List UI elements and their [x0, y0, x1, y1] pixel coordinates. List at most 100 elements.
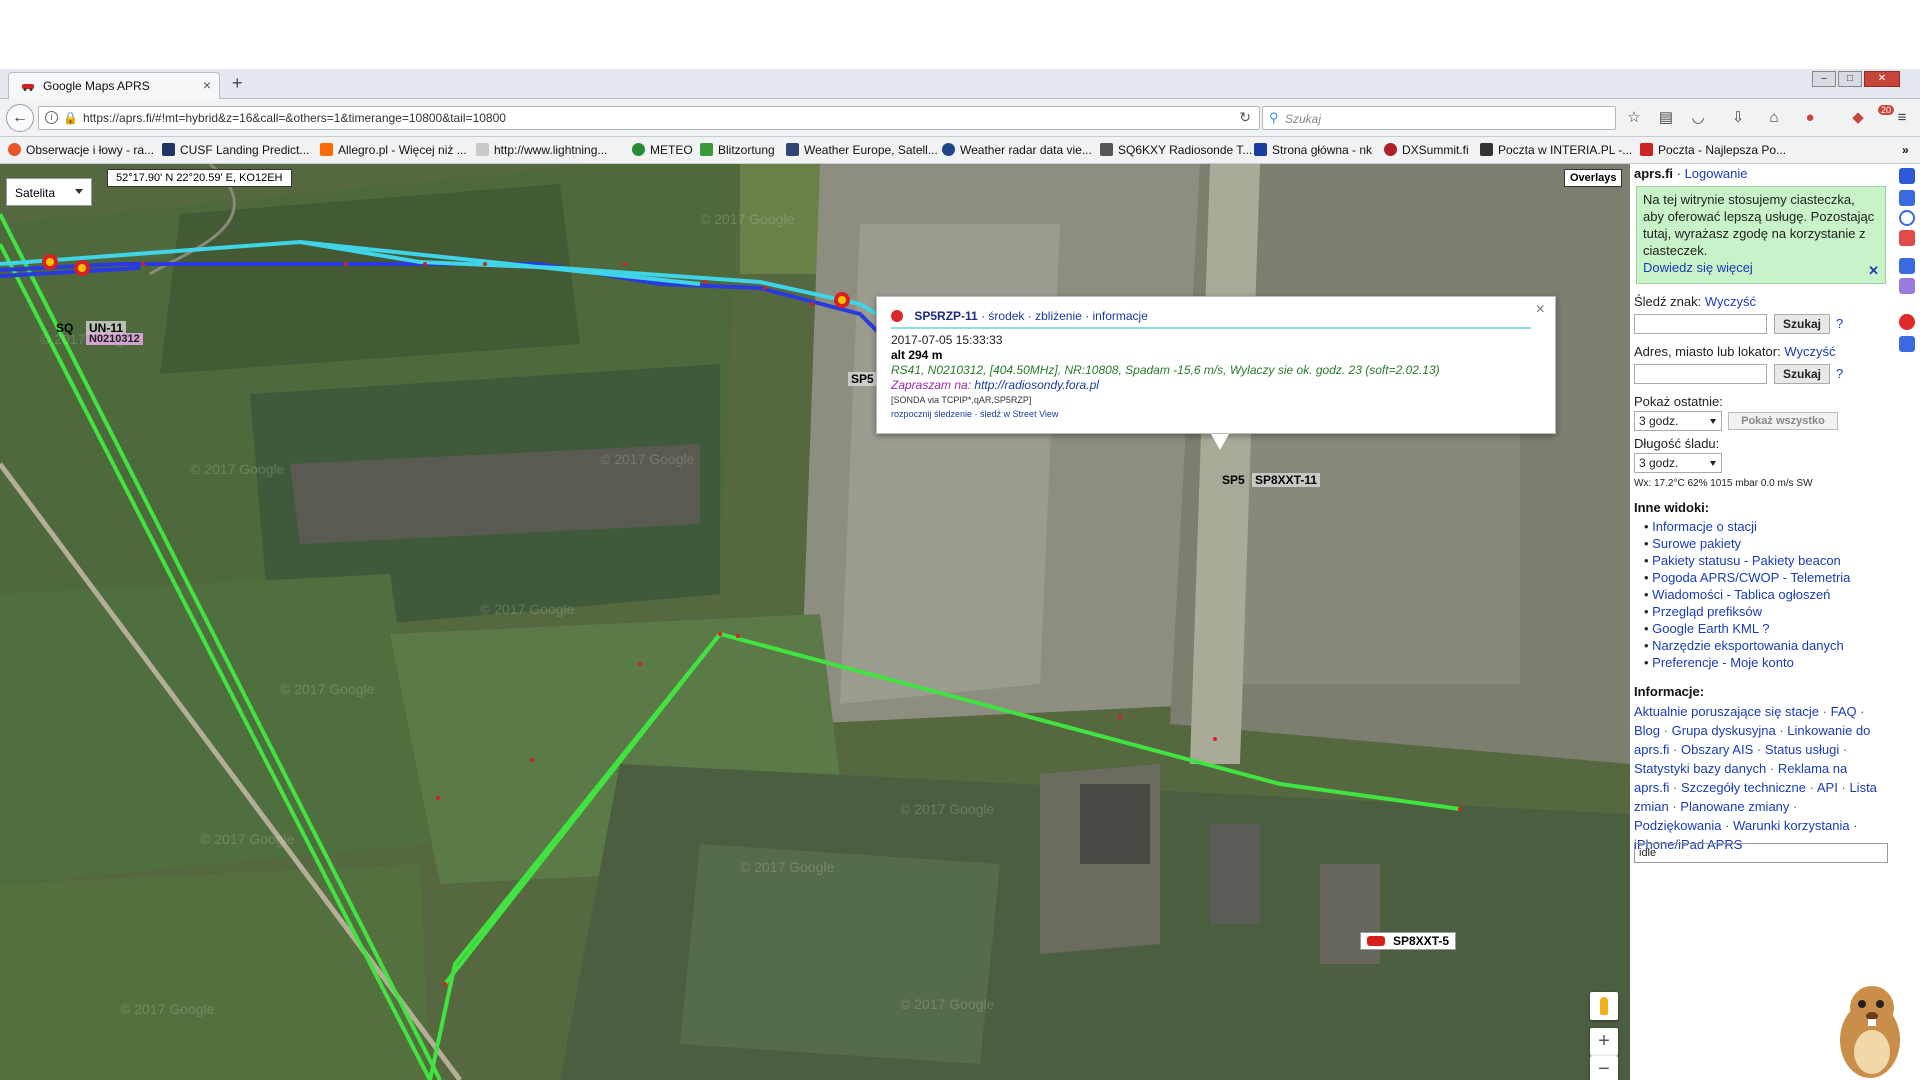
list-item[interactable]: Przegląd prefiksów [1644, 603, 1850, 620]
track-callsign-input[interactable] [1634, 314, 1767, 334]
info-link[interactable]: Obszary AIS [1681, 742, 1753, 757]
info-link[interactable]: Blog [1634, 723, 1660, 738]
bookmark-item[interactable]: Obserwacje i łowy - ra... [8, 143, 154, 157]
bookmark-item[interactable]: Blitzortung [700, 143, 775, 157]
bookmarks-bar: Obserwacje i łowy - ra... CUSF Landing P… [0, 137, 1920, 164]
bookmark-item[interactable]: METEO [632, 143, 693, 157]
info-link[interactable]: Statystyki bazy danych [1634, 761, 1766, 776]
list-item[interactable]: Preferencje - Moje konto [1644, 654, 1850, 671]
info-link[interactable]: FAQ [1831, 704, 1857, 719]
station-label-sp5[interactable]: SP5 [848, 372, 877, 386]
collapse-sidebar-icon[interactable] [1899, 168, 1915, 184]
station-label-sp8xxt-5[interactable]: SP8XXT-5 [1360, 932, 1457, 950]
tool-icon[interactable] [1899, 278, 1915, 294]
bookmark-item[interactable]: Poczta w INTERIA.PL -... [1480, 143, 1632, 157]
search-input[interactable]: ⚲ Szukaj [1262, 106, 1616, 130]
list-item[interactable]: Surowe pakiety [1644, 535, 1850, 552]
minimize-button[interactable]: – [1812, 71, 1836, 87]
info-link[interactable]: API [1817, 780, 1838, 795]
popup-callsign[interactable]: SP5RZP-11 [914, 309, 977, 323]
zoom-link[interactable]: zbliżenie [1035, 309, 1082, 323]
info-link[interactable]: Grupa dyskusyjna [1672, 723, 1776, 738]
direction-icon[interactable] [1899, 336, 1915, 352]
bookmarks-overflow-button[interactable]: » [1902, 143, 1909, 157]
info-link[interactable]: informacje [1093, 309, 1148, 323]
list-item[interactable]: Google Earth KML ? [1644, 620, 1850, 637]
invite-url-link[interactable]: http://radiosondy.fora.pl [974, 378, 1099, 392]
info-link[interactable]: Planowane zmiany [1680, 799, 1789, 814]
zoom-out-button[interactable]: − [1590, 1056, 1618, 1080]
center-link[interactable]: środek [988, 309, 1024, 323]
bookmark-item[interactable]: Poczta - Najlepsza Po... [1640, 143, 1786, 157]
cookie-more-link[interactable]: Dowiedz się więcej [1643, 260, 1753, 275]
bookmark-item[interactable]: Weather radar data vie... [942, 143, 1092, 157]
new-tab-button[interactable]: + [232, 73, 243, 94]
list-item[interactable]: Informacje o stacji [1644, 518, 1850, 535]
list-item[interactable]: Narzędzie eksportowania danych [1644, 637, 1850, 654]
show-last-select[interactable]: 3 godz. [1634, 411, 1722, 431]
popup-close-icon[interactable]: × [1536, 301, 1545, 319]
star-icon[interactable] [1899, 258, 1915, 274]
object-label-n0210312[interactable]: N0210312 [86, 333, 143, 345]
download-icon[interactable]: ⇩ [1728, 108, 1748, 128]
address-search-button[interactable]: Szukaj [1774, 364, 1830, 384]
tail-length-select[interactable]: 3 godz. [1634, 453, 1722, 473]
show-all-button[interactable]: Pokaż wszystko [1728, 412, 1838, 430]
track-help-link[interactable]: ? [1836, 316, 1843, 331]
trash-icon[interactable] [1899, 190, 1915, 206]
bookmark-item[interactable]: Weather Europe, Satell... [786, 143, 938, 157]
map-type-select[interactable]: Satelita [6, 178, 92, 206]
window-close-button[interactable]: ✕ [1864, 71, 1900, 87]
home-icon[interactable]: ⌂ [1764, 108, 1784, 128]
street-view-pegman[interactable] [1590, 992, 1618, 1020]
reading-list-icon[interactable]: ▤ [1656, 108, 1676, 128]
info-link[interactable]: Szczegóły techniczne [1681, 780, 1806, 795]
station-label-sp5-small[interactable]: SP5 [1222, 473, 1245, 487]
extension-shield-icon[interactable]: ◆ [1848, 108, 1868, 128]
info-link[interactable]: Aktualnie poruszające się stacje [1634, 704, 1819, 719]
login-link[interactable]: Logowanie [1685, 166, 1748, 181]
adblock-icon[interactable]: ● [1800, 108, 1820, 128]
menu-icon[interactable]: ≡ [1892, 108, 1912, 128]
address-clear-link[interactable]: Wyczyść [1784, 344, 1835, 359]
bookmark-item[interactable]: http://www.lightning... [476, 143, 607, 157]
overlays-button[interactable]: Overlays [1564, 169, 1623, 187]
map-canvas[interactable]: © 2017 Google © 2017 Google © 2017 Google… [0, 164, 1630, 1080]
interia-icon [1480, 143, 1493, 156]
info-link[interactable]: Status usługi [1765, 742, 1839, 757]
list-item[interactable]: Pogoda APRS/CWOP - Telemetria [1644, 569, 1850, 586]
bookmark-item[interactable]: DXSummit.fi [1384, 143, 1469, 157]
zoom-in-button[interactable]: + [1590, 1028, 1618, 1056]
record-icon[interactable] [1899, 314, 1915, 330]
list-item[interactable]: Pakiety statusu - Pakiety beacon [1644, 552, 1850, 569]
track-search-button[interactable]: Szukaj [1774, 314, 1830, 334]
reload-icon[interactable]: ↻ [1239, 109, 1251, 126]
tab-google-maps-aprs[interactable]: Google Maps APRS × [8, 72, 220, 99]
url-bar[interactable]: i 🔒 https://aprs.fi/#!mt=hybrid&z=16&cal… [38, 106, 1260, 130]
bookmark-item[interactable]: Strona główna - nk [1254, 143, 1372, 157]
bookmark-item[interactable]: Allegro.pl - Więcej niż ... [320, 143, 467, 157]
station-label-sp8xxt-11[interactable]: SP8XXT-11 [1252, 473, 1321, 487]
site-name[interactable]: aprs.fi [1634, 166, 1673, 181]
url-text[interactable]: https://aprs.fi/#!mt=hybrid&z=16&call=&o… [83, 111, 506, 125]
track-clear-link[interactable]: Wyczyść [1705, 294, 1756, 309]
info-icon[interactable]: i [45, 111, 58, 124]
address-input[interactable] [1634, 364, 1767, 384]
popup-actions[interactable]: rozpocznij śledzenie · śledź w Street Vi… [891, 409, 1058, 419]
station-label-sq-prefix[interactable]: SQ [56, 321, 73, 335]
bookmark-item[interactable]: CUSF Landing Predict... [162, 143, 309, 157]
maximize-button[interactable]: □ [1838, 71, 1862, 87]
address-help-link[interactable]: ? [1836, 366, 1843, 381]
cookie-close-icon[interactable]: ✕ [1868, 262, 1879, 279]
info-link[interactable]: Podziękowania [1634, 818, 1721, 833]
info-link[interactable]: Warunki korzystania [1733, 818, 1850, 833]
tab-close-icon[interactable]: × [203, 77, 211, 93]
car-icon [1367, 936, 1385, 946]
back-button[interactable]: ← [6, 104, 34, 132]
bookmark-item[interactable]: SQ6KXY Radiosonde T... [1100, 143, 1252, 157]
target-icon[interactable] [1899, 210, 1915, 226]
pocket-icon[interactable]: ◡ [1688, 108, 1708, 128]
antenna-icon[interactable] [1899, 230, 1915, 246]
bookmark-star-icon[interactable]: ☆ [1624, 108, 1644, 128]
list-item[interactable]: Wiadomości - Tablica ogłoszeń [1644, 586, 1850, 603]
